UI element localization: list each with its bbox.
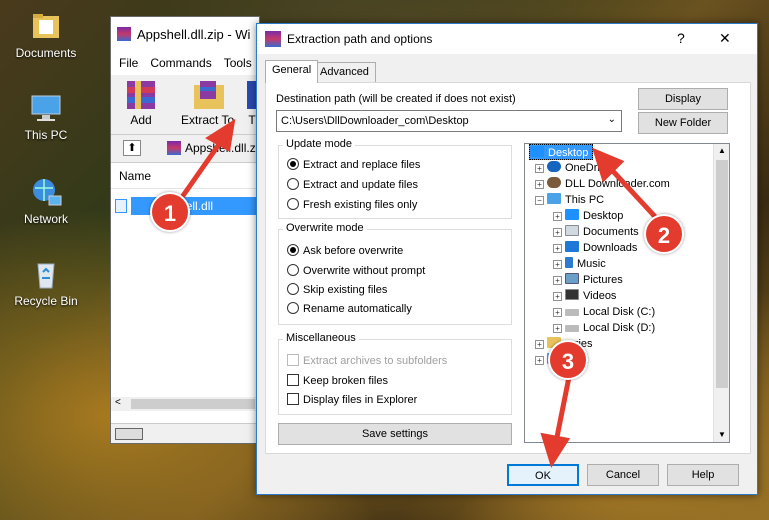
arrow-3-head bbox=[540, 432, 571, 468]
annotation-arrows bbox=[177, 118, 663, 468]
tab-general[interactable]: General bbox=[265, 60, 319, 83]
step-marker-2: 2 bbox=[644, 214, 684, 254]
arrow-2-line bbox=[607, 165, 663, 225]
arrow-1-line bbox=[177, 137, 225, 203]
step-marker-1: 1 bbox=[150, 192, 190, 232]
arrow-1-head bbox=[205, 118, 236, 152]
step-marker-3: 3 bbox=[548, 340, 588, 380]
arrow-3-line bbox=[553, 369, 573, 445]
